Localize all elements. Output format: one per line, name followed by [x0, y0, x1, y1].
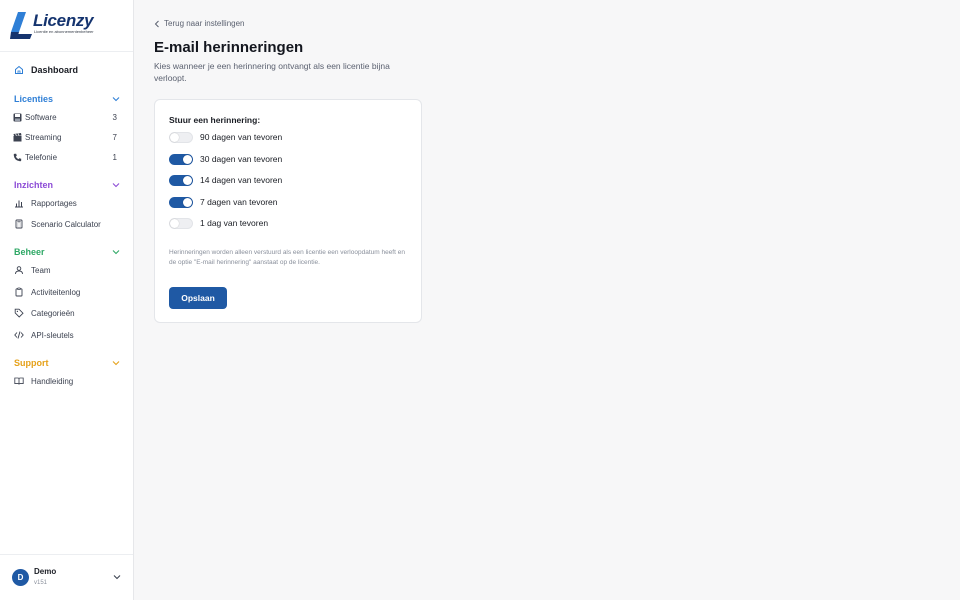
code-icon [14, 330, 24, 340]
sidebar-item-label: Telefonie [25, 152, 58, 162]
toggle-switch[interactable] [169, 174, 193, 186]
users-icon [14, 265, 24, 275]
sidebar-item-label: Handleiding [31, 376, 74, 386]
chevron-down-icon [113, 575, 121, 580]
sidebar-item-categorieen[interactable]: Categorieën [0, 303, 133, 323]
tag-icon [14, 308, 24, 318]
brand-name: Licenzy [33, 11, 94, 30]
user-name: Demo [34, 567, 57, 576]
logo[interactable]: Licenzy Licentie en abonnementenbeheer [0, 0, 133, 52]
user-menu[interactable]: D Demo v151 [0, 554, 133, 600]
reminder-option-label: 14 dagen van tevoren [200, 175, 283, 185]
toggle-knob [170, 218, 179, 228]
toggle-knob [170, 132, 179, 142]
reminder-option-label: 90 dagen van tevoren [200, 132, 283, 142]
sidebar-item-team[interactable]: Team [0, 260, 133, 280]
sidebar-item-label: Dashboard [31, 65, 79, 75]
sidebar-item-dashboard[interactable]: Dashboard [0, 60, 133, 80]
sidebar-item-streaming[interactable]: Streaming 7 [0, 127, 133, 147]
page-title: E-mail herinneringen [154, 39, 304, 56]
chevron-down-icon [112, 183, 120, 188]
book-icon [14, 376, 24, 386]
sidebar-item-rapportages[interactable]: Rapportages [0, 193, 133, 213]
reminder-label: Stuur een herinnering: [169, 115, 261, 125]
phone-icon [12, 152, 22, 162]
save-button[interactable]: Opslaan [169, 287, 227, 309]
chevron-left-icon [154, 20, 159, 27]
reminder-note: Herinneringen worden alleen verstuurd al… [169, 249, 405, 266]
toggle-knob [183, 175, 192, 185]
toggle-switch[interactable] [169, 196, 193, 208]
toggle-knob [183, 154, 192, 164]
back-link[interactable]: Terug naar instellingen [154, 19, 245, 28]
sidebar-item-api-sleutels[interactable]: API-sleutels [0, 325, 133, 345]
clapperboard-icon [12, 132, 22, 142]
reminder-option-90-days[interactable]: 90 dagen van tevoren [169, 130, 282, 144]
section-licenties[interactable]: Licenties [14, 92, 120, 106]
chevron-down-icon [112, 250, 120, 255]
page-subtitle: Kies wanneer je een herinnering ontvangt… [154, 61, 390, 83]
section-inzichten[interactable]: Inzichten [14, 178, 120, 192]
sidebar-item-label: Streaming [25, 132, 62, 142]
sidebar-item-software[interactable]: Software 3 [0, 107, 133, 127]
count-badge: 7 [112, 132, 117, 142]
clipboard-icon [14, 287, 24, 297]
sidebar-item-label: Categorieën [31, 308, 75, 318]
reminder-option-14-days[interactable]: 14 dagen van tevoren [169, 173, 282, 187]
bar-chart-icon [14, 198, 24, 208]
section-beheer[interactable]: Beheer [14, 245, 120, 259]
toggle-switch[interactable] [169, 153, 193, 165]
section-title: Support [14, 358, 49, 368]
toggle-knob [183, 197, 192, 207]
sidebar-item-activiteitenlog[interactable]: Activiteitenlog [0, 282, 133, 302]
section-title: Beheer [14, 247, 45, 257]
avatar: D [12, 569, 29, 586]
reminder-option-1-day[interactable]: 1 dag van tevoren [169, 216, 268, 230]
sidebar-item-label: Scenario Calculator [31, 219, 101, 229]
brand-tagline: Licentie en abonnementenbeheer [34, 29, 94, 34]
sidebar-item-label: Software [25, 112, 57, 122]
licenzy-logo-icon [10, 12, 32, 39]
reminder-option-label: 7 dagen van tevoren [200, 197, 278, 207]
home-icon [14, 65, 24, 75]
section-support[interactable]: Support [14, 356, 120, 370]
sidebar-item-handleiding[interactable]: Handleiding [0, 371, 133, 391]
section-title: Licenties [14, 94, 54, 104]
sidebar-item-label: Team [31, 265, 51, 275]
sidebar-item-telefonie[interactable]: Telefonie 1 [0, 147, 133, 167]
chevron-down-icon [112, 97, 120, 102]
count-badge: 3 [112, 112, 117, 122]
sidebar: Licenzy Licentie en abonnementenbeheer D… [0, 0, 134, 600]
reminder-option-7-days[interactable]: 7 dagen van tevoren [169, 195, 278, 209]
floppy-disk-icon [12, 112, 22, 122]
chevron-down-icon [112, 361, 120, 366]
calculator-icon [14, 219, 24, 229]
section-title: Inzichten [14, 180, 54, 190]
sidebar-item-label: API-sleutels [31, 330, 74, 340]
toggle-switch[interactable] [169, 217, 193, 229]
sidebar-item-scenario-calculator[interactable]: Scenario Calculator [0, 214, 133, 234]
reminder-option-30-days[interactable]: 30 dagen van tevoren [169, 152, 282, 166]
reminder-option-label: 1 dag van tevoren [200, 218, 269, 228]
reminder-settings-card: Stuur een herinnering: 90 dagen van tevo… [154, 99, 422, 323]
toggle-switch[interactable] [169, 131, 193, 143]
back-link-label: Terug naar instellingen [164, 19, 245, 28]
sidebar-item-label: Activiteitenlog [31, 287, 81, 297]
reminder-option-label: 30 dagen van tevoren [200, 154, 283, 164]
sidebar-item-label: Rapportages [31, 198, 77, 208]
count-badge: 1 [112, 152, 117, 162]
app-version: v151 [34, 580, 48, 586]
